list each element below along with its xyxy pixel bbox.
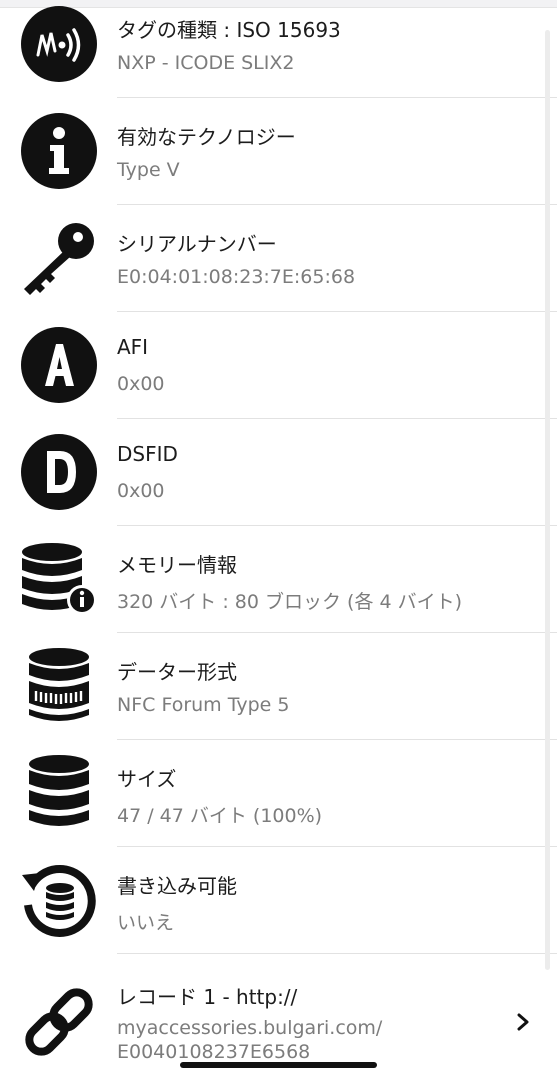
divider [117, 97, 557, 98]
divider [117, 953, 557, 954]
row-title: DSFID [117, 442, 178, 466]
divider [117, 846, 557, 847]
row-title: タグの種類 : ISO 15693 [117, 18, 341, 42]
row-value: 320 バイト : 80 ブロック (各 4 バイト) [117, 591, 463, 613]
row-title: シリアルナンバー [117, 232, 277, 256]
home-indicator[interactable] [180, 1062, 377, 1068]
row-title: AFI [117, 335, 149, 359]
row-value: E0:04:01:08:23:7E:65:68 [117, 266, 356, 288]
divider [117, 632, 557, 633]
divider [117, 311, 557, 312]
letter-d-icon [20, 433, 98, 511]
database-icon [20, 754, 98, 832]
row-title: レコード 1 - http:// [117, 985, 298, 1009]
divider [117, 204, 557, 205]
row-value-line-2: E0040108237E6568 [117, 1041, 311, 1063]
scrollbar[interactable] [545, 30, 550, 970]
row-title: データー形式 [117, 660, 237, 684]
divider [117, 418, 557, 419]
row-title: 書き込み可能 [117, 874, 237, 898]
row-value: 47 / 47 バイト (100%) [117, 805, 323, 827]
chevron-right-icon[interactable] [515, 1012, 531, 1032]
row-value: myaccessories.bulgari.com/ [117, 1017, 383, 1039]
row-value: Type V [117, 159, 180, 181]
writable-icon [20, 861, 98, 939]
row-value: NFC Forum Type 5 [117, 694, 290, 716]
database-format-icon [20, 647, 98, 725]
row-title: メモリー情報 [117, 553, 237, 577]
row-value: 0x00 [117, 480, 165, 502]
key-icon [20, 219, 98, 297]
letter-a-icon [20, 326, 98, 404]
database-info-icon [20, 540, 98, 618]
row-title: サイズ [117, 767, 177, 791]
divider [117, 525, 557, 526]
row-value: NXP - ICODE SLIX2 [117, 52, 295, 74]
row-title: 有効なテクノロジー [117, 125, 296, 149]
row-value: いいえ [117, 912, 175, 934]
divider [117, 739, 557, 740]
info-icon [20, 112, 98, 190]
row-value: 0x00 [117, 373, 165, 395]
link-icon [20, 983, 98, 1061]
nfc-tag-icon [20, 5, 98, 83]
